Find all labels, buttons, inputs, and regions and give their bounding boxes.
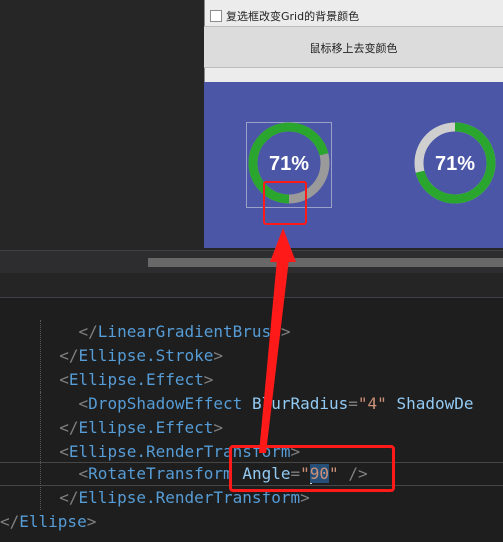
code-token: > — [203, 370, 214, 389]
code-token: < — [78, 464, 89, 483]
progress-ring-2: 71% — [414, 122, 496, 204]
code-token: ShadowDe — [396, 394, 474, 413]
code-line[interactable]: </Ellipse> — [0, 510, 96, 534]
code-line[interactable]: </LinearGradientBrush> — [40, 320, 291, 344]
code-token: < — [59, 370, 69, 389]
code-token: DropShadowEffect — [88, 394, 243, 413]
code-token: Ellipse.Stroke — [78, 346, 214, 365]
code-token: "4" — [357, 394, 387, 413]
grid-color-checkbox[interactable] — [210, 10, 222, 22]
code-token: BlurRadius — [251, 394, 349, 413]
progress-ring-2-label: 71% — [435, 153, 475, 175]
code-token: > — [213, 418, 224, 437]
hover-color-button[interactable]: 鼠标移上去变颜色 — [204, 26, 503, 68]
grid-color-checkbox-label: 复选框改变Grid的背景颜色 — [226, 10, 360, 23]
editor-top-margin — [0, 298, 503, 320]
code-token: LinearGradientBrush — [97, 322, 281, 341]
code-line[interactable]: </Ellipse.Effect> — [40, 416, 223, 440]
code-token: </ — [59, 418, 79, 437]
code-token: Ellipse.Effect — [68, 370, 204, 389]
grid-color-checkbox-row[interactable]: 复选框改变Grid的背景颜色 — [204, 7, 503, 25]
code-token: </ — [0, 512, 20, 531]
code-token: < — [59, 442, 69, 461]
code-token: > — [86, 512, 97, 531]
code-token: > — [213, 346, 224, 365]
annotation-box-ring-start — [263, 181, 307, 225]
code-token: RotateTransform — [88, 464, 233, 483]
code-token: < — [78, 394, 89, 413]
progress-ring-1-label: 71% — [269, 153, 309, 175]
code-token: </ — [78, 322, 98, 341]
designer-horizontal-scrollbar[interactable] — [0, 250, 503, 273]
code-line[interactable]: <DropShadowEffect BlurRadius="4" ShadowD… — [40, 392, 474, 416]
code-token: Ellipse.Effect — [78, 418, 214, 437]
code-token: </ — [59, 488, 79, 507]
scrollbar-thumb[interactable] — [148, 258, 503, 267]
code-token: </ — [59, 346, 79, 365]
code-token: = — [348, 394, 358, 413]
code-token: > — [280, 322, 291, 341]
code-line[interactable]: </Ellipse.Stroke> — [40, 344, 223, 368]
annotation-box-angle — [229, 445, 395, 492]
code-line[interactable]: <Ellipse.Effect> — [40, 368, 213, 392]
code-token: Ellipse — [19, 512, 87, 531]
splitter-bar[interactable] — [0, 273, 503, 297]
hover-color-button-label: 鼠标移上去变颜色 — [309, 42, 398, 55]
